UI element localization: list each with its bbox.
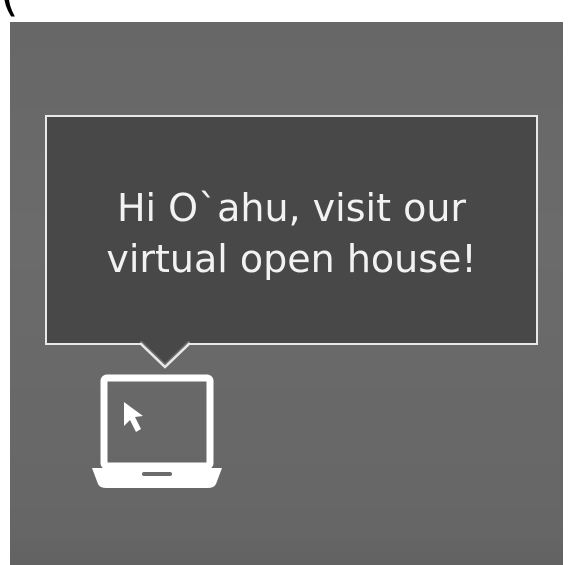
- cropped-top-text: ( , ): [0, 0, 570, 18]
- cropped-heading: ( , ): [0, 0, 570, 18]
- ad-banner[interactable]: Hi O`ahu, visit our virtual open house!: [10, 22, 563, 565]
- bottom-strip: [10, 525, 563, 565]
- cursor-arrow-icon: [124, 402, 143, 432]
- speech-bubble: Hi O`ahu, visit our virtual open house!: [45, 115, 538, 345]
- bubble-message: Hi O`ahu, visit our virtual open house!: [106, 183, 476, 285]
- laptop-icon: [92, 374, 222, 488]
- message-line-2: virtual open house!: [106, 237, 477, 281]
- message-line-1: Hi O`ahu, visit our: [116, 186, 467, 230]
